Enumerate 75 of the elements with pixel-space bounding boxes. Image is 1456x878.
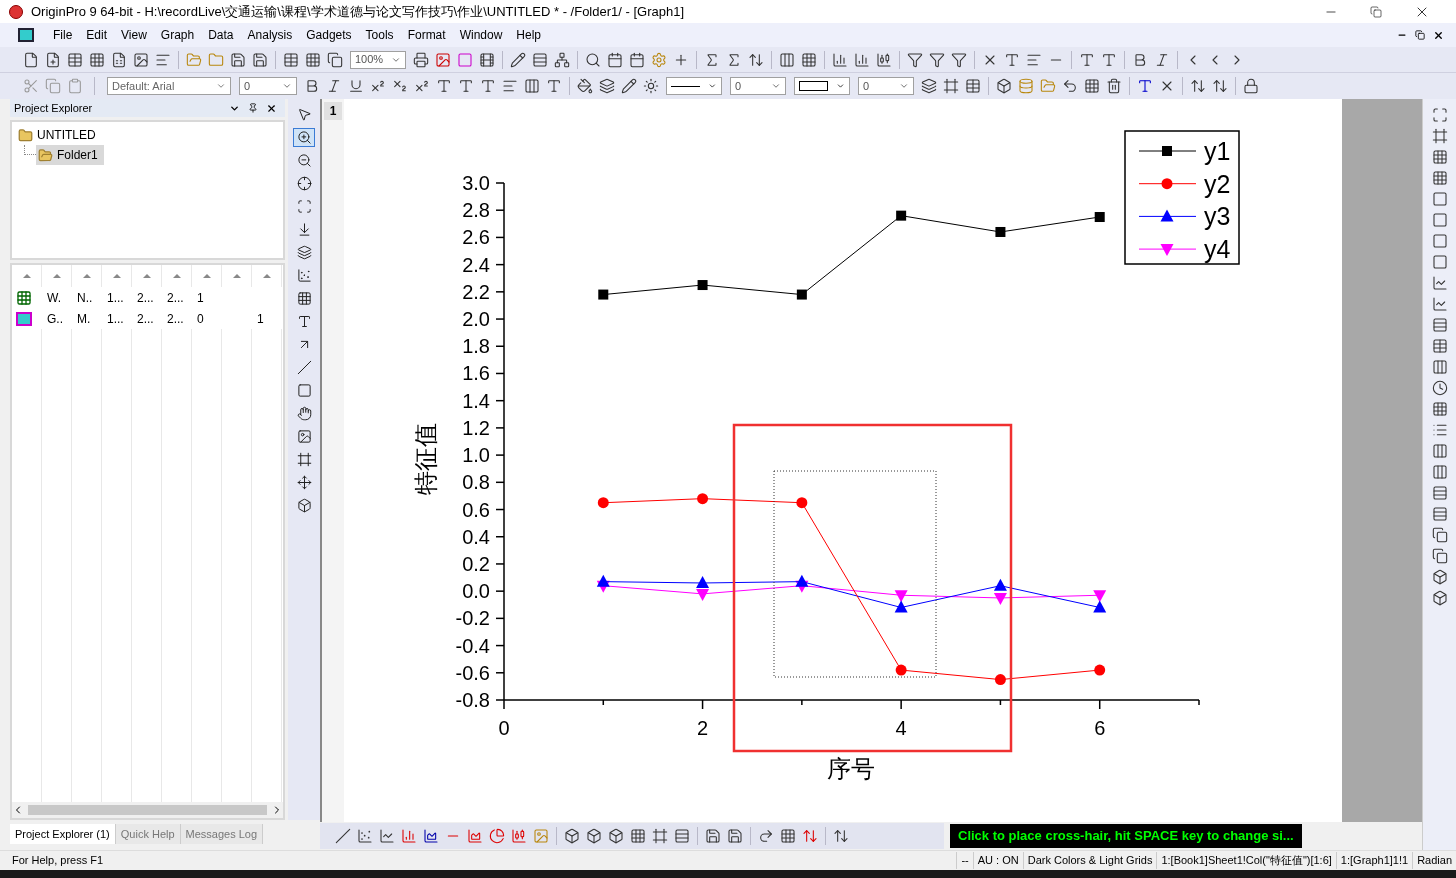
y-tick-label: -0.2 xyxy=(455,607,490,630)
y-tick-label: -0.8 xyxy=(455,689,490,711)
menu-item[interactable]: Format xyxy=(400,26,453,44)
status-field: 1:[Graph1]1!1 xyxy=(1335,852,1413,869)
border-width-dropdown[interactable]: 0 xyxy=(858,77,914,95)
legend-label: y2 xyxy=(1204,169,1231,198)
menu-item[interactable]: Data xyxy=(201,26,241,44)
list-cell: 2... xyxy=(137,290,154,305)
x-tick-label: 2 xyxy=(697,717,709,739)
font-size-dropdown[interactable]: 0 xyxy=(239,77,297,95)
status-field: Radian xyxy=(1412,852,1456,869)
y-tick-label: 0.4 xyxy=(462,525,490,548)
status-message: Click to place cross-hair, hit SPACE key to change si... xyxy=(950,824,1302,848)
menu-item[interactable]: Graph xyxy=(153,26,202,44)
y-tick-label: 1.8 xyxy=(462,335,490,358)
menu-item[interactable]: Gadgets xyxy=(299,26,359,44)
line-width-dropdown[interactable]: 0 xyxy=(730,77,786,95)
y-axis-title: 特征值 xyxy=(412,423,440,495)
list-cell: 2... xyxy=(167,311,184,326)
status-field: AU : ON xyxy=(972,852,1023,869)
x-axis-title: 序号 xyxy=(827,755,875,783)
layer-button[interactable]: 1 xyxy=(324,102,342,120)
y-tick-label: 1.0 xyxy=(462,444,490,467)
help-text: For Help, press F1 xyxy=(11,853,104,869)
list-cell: 1 xyxy=(257,311,264,326)
panel-tab[interactable]: Project Explorer (1) xyxy=(10,824,116,844)
list-cell: N.. xyxy=(77,290,93,305)
list-cell: M. xyxy=(77,311,91,326)
panel-tab[interactable]: Quick Help xyxy=(115,824,181,844)
tree-item[interactable]: UNTITLED xyxy=(16,125,98,145)
list-cell: 2... xyxy=(167,290,184,305)
y-tick-label: 2.8 xyxy=(462,199,490,222)
zoom-dropdown[interactable]: 100% xyxy=(350,50,406,69)
list-cell: 2... xyxy=(137,311,154,326)
list-cell: W. xyxy=(47,290,61,305)
menu-item[interactable]: Window xyxy=(452,26,510,44)
menu-item[interactable]: Help xyxy=(509,26,548,44)
status-field: 1:[Book1]Sheet1!Col("特征值")[1:6] xyxy=(1156,852,1336,869)
y-tick-label: 0.0 xyxy=(462,580,490,603)
y-tick-label: 2.6 xyxy=(462,226,490,249)
panel-tab[interactable]: Messages Log xyxy=(180,824,264,844)
y-tick-label: 2.4 xyxy=(462,253,490,276)
list-cell: 1... xyxy=(107,290,124,305)
menu-item[interactable]: View xyxy=(114,26,154,44)
y-tick-label: 1.2 xyxy=(462,416,490,439)
y-tick-label: 2.2 xyxy=(462,280,490,303)
legend-label: y3 xyxy=(1204,202,1231,231)
y-tick-label: 2.0 xyxy=(462,308,490,331)
legend-label: y4 xyxy=(1204,235,1231,264)
window-title: OriginPro 9 64-bit - H:\recordLive\交通运输\课程\学术道德与论文写作技巧\作业\UNTITLED * - /Folder1/ - [Graph1] xyxy=(31,2,685,21)
panel-title: Project Explorer xyxy=(14,100,94,116)
y-tick-label: 0.6 xyxy=(462,498,490,521)
status-field: -- xyxy=(956,852,973,869)
x-tick-label: 0 xyxy=(498,717,510,739)
menu-item[interactable]: Edit xyxy=(79,26,115,44)
menu-item[interactable]: File xyxy=(46,26,80,44)
font-dropdown[interactable]: Default: Arial xyxy=(107,77,231,95)
y-tick-label: -0.4 xyxy=(455,634,490,657)
y-tick-label: 1.4 xyxy=(462,389,490,412)
status-field: Dark Colors & Light Grids xyxy=(1022,852,1157,869)
y-tick-label: 3.0 xyxy=(462,172,490,194)
list-cell: 0 xyxy=(197,311,204,326)
y-tick-label: 1.6 xyxy=(462,362,490,385)
list-cell: 1... xyxy=(107,311,124,326)
list-cell: 1 xyxy=(197,290,204,305)
tree-item[interactable]: Folder1 xyxy=(36,145,104,165)
y-tick-label: 0.8 xyxy=(462,471,490,494)
legend-label: y1 xyxy=(1204,137,1231,165)
list-cell: G.. xyxy=(47,311,63,326)
y-tick-label: -0.6 xyxy=(455,661,490,684)
menu-item[interactable]: Tools xyxy=(358,26,401,44)
x-tick-label: 6 xyxy=(1094,717,1106,739)
menu-item[interactable]: Analysis xyxy=(240,26,300,44)
x-tick-label: 4 xyxy=(895,717,907,739)
y-tick-label: 0.2 xyxy=(462,552,490,575)
